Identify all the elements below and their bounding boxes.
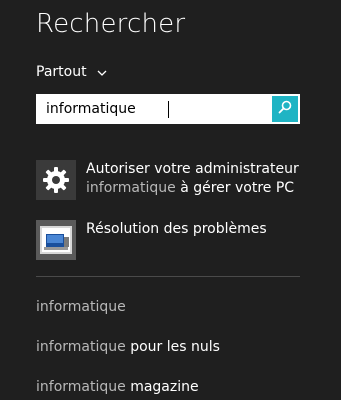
divider <box>36 276 300 277</box>
troubleshoot-icon <box>36 220 76 260</box>
search-panel: Rechercher Partout informatique Autorise… <box>0 0 341 400</box>
result-line1: Autoriser votre administrateur <box>86 161 299 177</box>
search-button[interactable] <box>272 96 298 122</box>
suggestion-highlight: informatique <box>36 379 126 395</box>
result-label: Résolution des problèmes <box>86 220 267 239</box>
suggestion-item[interactable]: informatique magazine <box>36 379 199 395</box>
suggestion-item[interactable]: informatique pour les nuls <box>36 339 220 355</box>
search-input[interactable] <box>36 94 270 124</box>
search-box <box>36 94 300 124</box>
result-label: Autoriser votre administrateur informati… <box>86 160 299 198</box>
suggestion-item[interactable]: informatique <box>36 299 126 315</box>
result-admin-settings[interactable]: Autoriser votre administrateur informati… <box>36 160 299 200</box>
result-line1: Résolution des problèmes <box>86 221 267 237</box>
text-caret <box>168 101 169 118</box>
result-troubleshooting[interactable]: Résolution des problèmes <box>36 220 267 260</box>
suggestion-rest: pour les nuls <box>125 339 220 355</box>
scope-label: Partout <box>36 64 87 80</box>
suggestion-highlight: informatique <box>36 299 126 315</box>
result-line2-rest: à gérer votre PC <box>175 180 295 196</box>
panel-title: Rechercher <box>36 9 186 39</box>
gear-icon <box>36 160 76 200</box>
result-line2: informatique à gérer votre PC <box>86 179 299 198</box>
suggestion-rest: magazine <box>125 379 199 395</box>
chevron-down-icon <box>97 66 107 76</box>
result-highlight: informatique <box>86 180 176 196</box>
search-icon <box>277 99 293 119</box>
scope-dropdown[interactable]: Partout <box>36 64 107 80</box>
suggestion-highlight: informatique <box>36 339 126 355</box>
